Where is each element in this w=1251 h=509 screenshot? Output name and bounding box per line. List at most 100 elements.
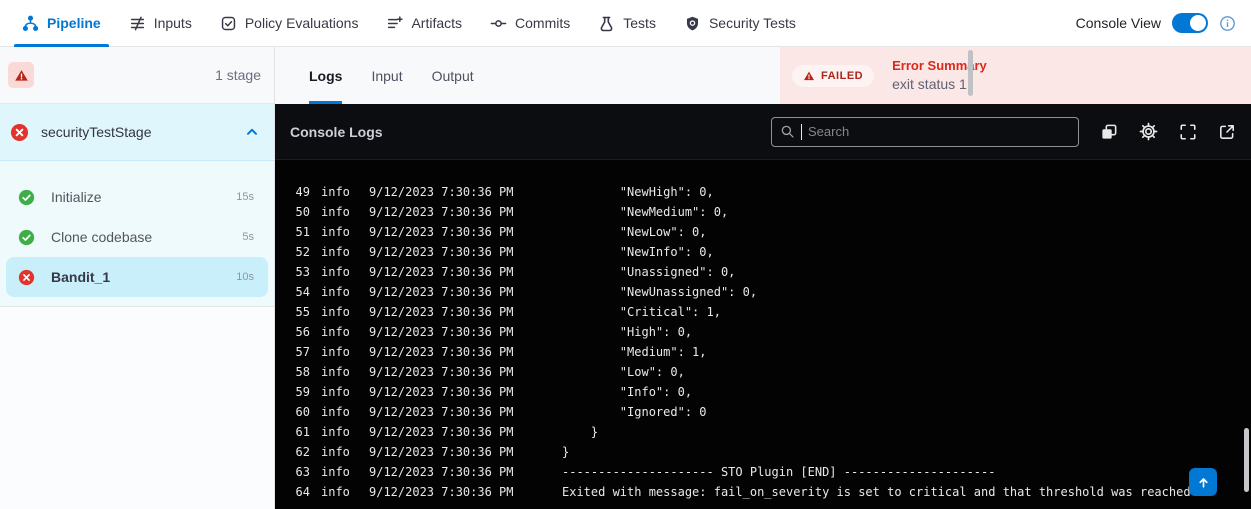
- log-line-number: 50: [294, 205, 310, 219]
- log-search-box[interactable]: [771, 117, 1079, 147]
- nav-item-inputs[interactable]: Inputs: [115, 0, 206, 46]
- log-level: info: [321, 325, 351, 339]
- log-message: "Info": 0,: [562, 385, 692, 399]
- error-summary-panel: FAILED Error Summary exit status 1: [780, 47, 1251, 104]
- tab-logs[interactable]: Logs: [299, 47, 352, 104]
- nav-item-security-tests[interactable]: Security Tests: [670, 0, 810, 46]
- nav-item-tests[interactable]: Tests: [584, 0, 670, 46]
- arrow-up-icon: [1196, 475, 1211, 490]
- step-row-clone-codebase[interactable]: Clone codebase5s: [6, 217, 268, 257]
- search-input[interactable]: [808, 124, 1070, 139]
- log-timestamp: 9/12/2023 7:30:36 PM: [369, 405, 516, 419]
- fullscreen-icon[interactable]: [1179, 123, 1197, 141]
- log-line-number: 55: [294, 305, 310, 319]
- log-level: info: [321, 185, 351, 199]
- log-timestamp: 9/12/2023 7:30:36 PM: [369, 425, 516, 439]
- log-level: info: [321, 425, 351, 439]
- settings-icon[interactable]: [1139, 122, 1158, 141]
- log-timestamp: 9/12/2023 7:30:36 PM: [369, 225, 516, 239]
- nav-item-label: Policy Evaluations: [245, 15, 359, 31]
- stage-count: 1 stage: [215, 67, 261, 83]
- console-scrollbar[interactable]: [1244, 428, 1249, 492]
- log-line: 55info9/12/2023 7:30:36 PM "Critical": 1…: [275, 302, 1251, 322]
- log-message: "Unassigned": 0,: [562, 265, 735, 279]
- step-list: Initialize15sClone codebase5sBandit_110s: [0, 161, 274, 306]
- stage-error-badge: [8, 62, 34, 88]
- inputs-icon: [129, 15, 146, 32]
- nav-item-artifacts[interactable]: Artifacts: [372, 0, 476, 46]
- console-view-toggle[interactable]: [1172, 13, 1208, 33]
- log-line-number: 64: [294, 485, 310, 499]
- log-line: 49info9/12/2023 7:30:36 PM "NewHigh": 0,: [275, 182, 1251, 202]
- console-title: Console Logs: [290, 124, 383, 140]
- log-message: "NewUnassigned": 0,: [562, 285, 757, 299]
- nav-item-pipeline[interactable]: Pipeline: [22, 0, 115, 46]
- info-icon[interactable]: [1219, 15, 1236, 32]
- log-timestamp: 9/12/2023 7:30:36 PM: [369, 465, 516, 479]
- step-name: Clone codebase: [51, 229, 152, 245]
- nav-item-label: Security Tests: [709, 15, 796, 31]
- log-line: 52info9/12/2023 7:30:36 PM "NewInfo": 0,: [275, 242, 1251, 262]
- check-circle-icon: [18, 189, 35, 206]
- log-line-number: 59: [294, 385, 310, 399]
- log-message: "Low": 0,: [562, 365, 685, 379]
- log-line: 60info9/12/2023 7:30:36 PM "Ignored": 0: [275, 402, 1251, 422]
- error-panel-scrollbar[interactable]: [968, 50, 973, 96]
- log-level: info: [321, 445, 351, 459]
- log-message: "NewInfo": 0,: [562, 245, 714, 259]
- log-list: 49info9/12/2023 7:30:36 PM "NewHigh": 0,…: [275, 160, 1251, 502]
- sidebar-empty-area: [0, 306, 274, 509]
- log-line: 54info9/12/2023 7:30:36 PM "NewUnassigne…: [275, 282, 1251, 302]
- log-message: Exited with message: fail_on_severity is…: [562, 485, 1191, 499]
- step-row-bandit-1[interactable]: Bandit_110s: [6, 257, 268, 297]
- log-line-number: 58: [294, 365, 310, 379]
- console-body: 49info9/12/2023 7:30:36 PM "NewHigh": 0,…: [275, 159, 1251, 509]
- log-level: info: [321, 345, 351, 359]
- pipeline-icon: [22, 15, 39, 32]
- tab-label: Output: [432, 68, 474, 84]
- scroll-to-top-button[interactable]: [1189, 468, 1217, 496]
- log-line-number: 62: [294, 445, 310, 459]
- open-in-new-icon[interactable]: [1218, 123, 1236, 141]
- log-timestamp: 9/12/2023 7:30:36 PM: [369, 305, 516, 319]
- log-line: 50info9/12/2023 7:30:36 PM "NewMedium": …: [275, 202, 1251, 222]
- log-level: info: [321, 485, 351, 499]
- copy-icon[interactable]: [1100, 123, 1118, 141]
- log-line-number: 54: [294, 285, 310, 299]
- status-badge-label: FAILED: [821, 70, 863, 82]
- log-timestamp: 9/12/2023 7:30:36 PM: [369, 365, 516, 379]
- log-level: info: [321, 385, 351, 399]
- nav-item-policy-evaluations[interactable]: Policy Evaluations: [206, 0, 373, 46]
- nav-item-commits[interactable]: Commits: [476, 0, 584, 46]
- step-duration: 15s: [236, 191, 254, 203]
- log-line-number: 60: [294, 405, 310, 419]
- step-row-initialize[interactable]: Initialize15s: [6, 177, 268, 217]
- content: 1 stage securityTestStage Initialize15sC…: [0, 47, 1251, 509]
- log-message: --------------------- STO Plugin [END] -…: [562, 465, 995, 479]
- log-line: 51info9/12/2023 7:30:36 PM "NewLow": 0,: [275, 222, 1251, 242]
- check-circle-icon: [18, 229, 35, 246]
- artifacts-icon: [386, 15, 403, 32]
- log-message: "NewHigh": 0,: [562, 185, 714, 199]
- log-line-number: 56: [294, 325, 310, 339]
- tab-output[interactable]: Output: [422, 47, 484, 104]
- nav-item-label: Artifacts: [411, 15, 462, 31]
- x-circle-icon: [18, 269, 35, 286]
- log-message: }: [562, 445, 569, 459]
- log-line-number: 53: [294, 265, 310, 279]
- x-circle-icon: [10, 123, 29, 142]
- search-icon: [780, 124, 795, 139]
- log-line-number: 61: [294, 425, 310, 439]
- log-line-number: 51: [294, 225, 310, 239]
- nav-item-label: Tests: [623, 15, 656, 31]
- log-timestamp: 9/12/2023 7:30:36 PM: [369, 285, 516, 299]
- log-timestamp: 9/12/2023 7:30:36 PM: [369, 205, 516, 219]
- step-name: Bandit_1: [51, 269, 110, 285]
- tab-label: Logs: [309, 68, 342, 84]
- primary-nav: PipelineInputs Policy Evaluations Artifact…: [0, 0, 810, 46]
- log-line: 59info9/12/2023 7:30:36 PM "Info": 0,: [275, 382, 1251, 402]
- log-message: "Medium": 1,: [562, 345, 707, 359]
- tab-input[interactable]: Input: [361, 47, 412, 104]
- stage-row-securityteststage[interactable]: securityTestStage: [0, 104, 274, 161]
- chevron-up-icon[interactable]: [244, 124, 260, 140]
